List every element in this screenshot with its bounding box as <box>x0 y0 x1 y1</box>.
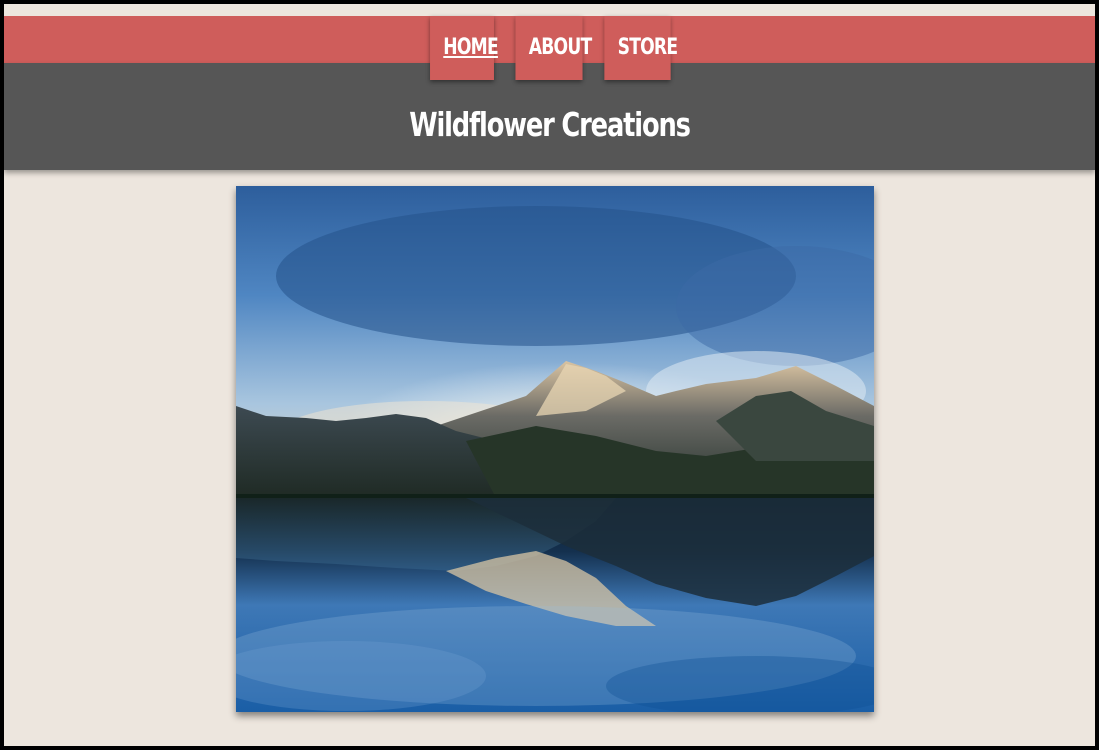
site-title: Wildflower Creations <box>409 105 691 144</box>
nav-store-label: STORE <box>617 35 678 60</box>
nav-store-link[interactable]: STORE <box>604 16 678 80</box>
page-frame: HOME ABOUT STORE Wildflower Creations <box>4 4 1095 746</box>
nav-home-link[interactable]: HOME <box>430 16 499 80</box>
hero-image <box>236 186 874 712</box>
mountain-lake-photo <box>236 186 874 712</box>
nav-about-link[interactable]: ABOUT <box>515 16 592 80</box>
nav-home-label: HOME <box>443 35 498 60</box>
nav-about-label: ABOUT <box>528 35 592 60</box>
main-nav: HOME ABOUT STORE <box>421 16 680 80</box>
